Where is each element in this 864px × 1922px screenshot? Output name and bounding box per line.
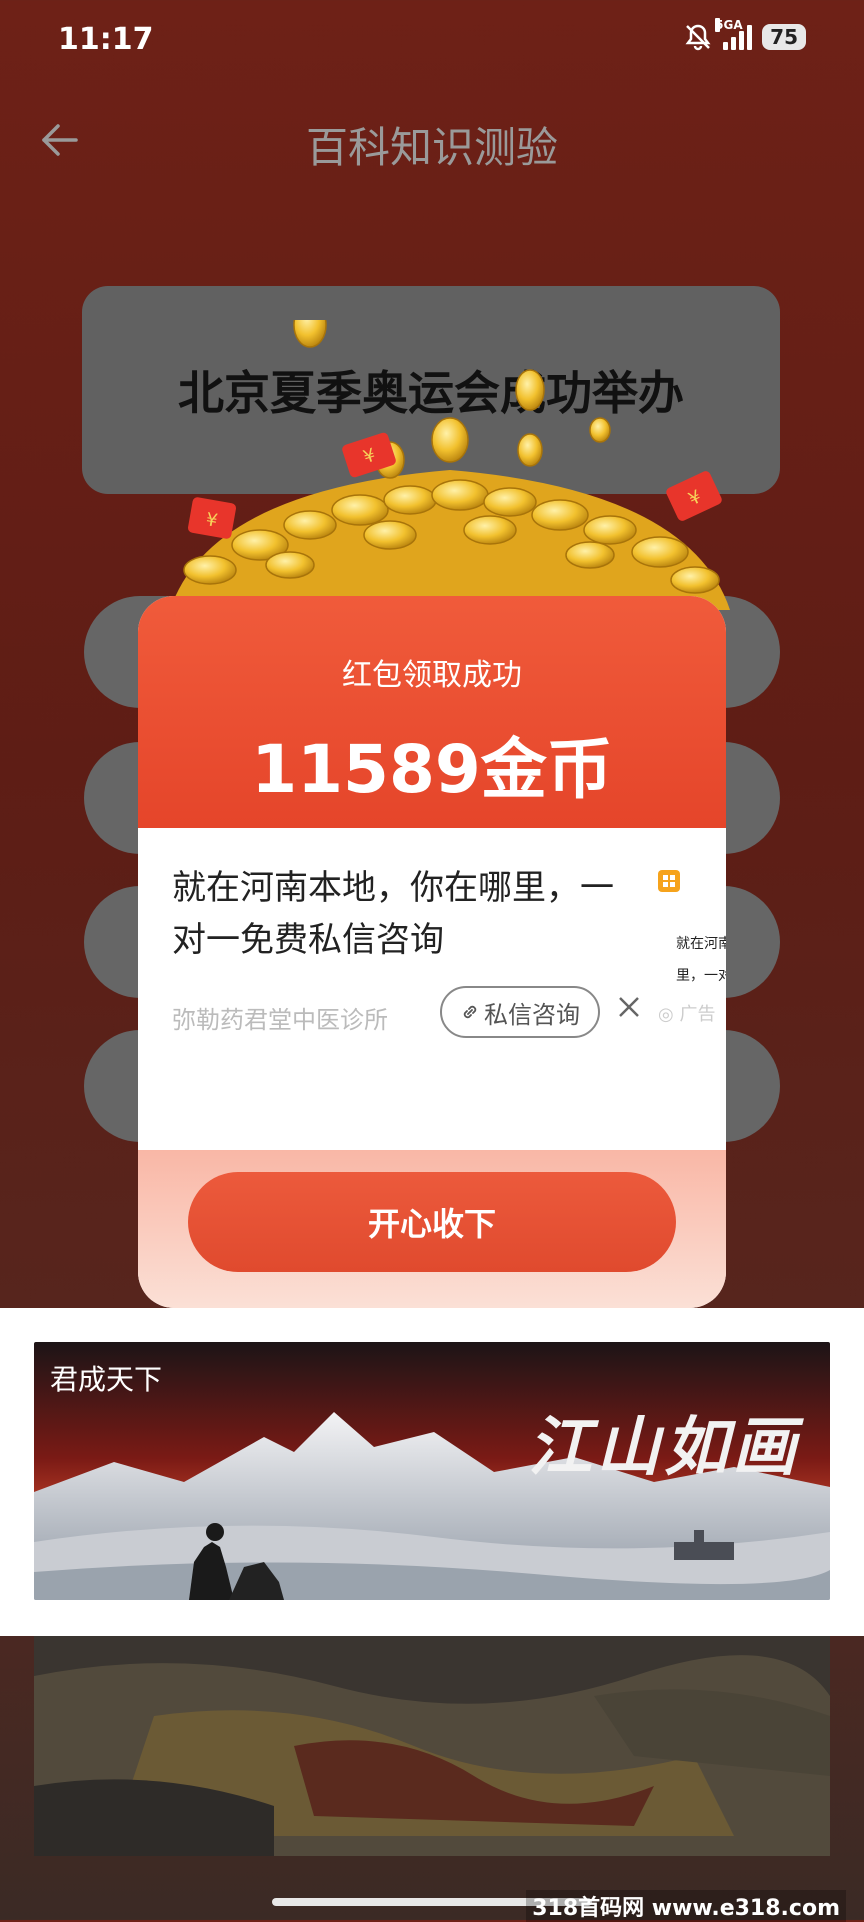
network-label: 5GA [715,18,743,32]
ad-logo-icon [658,870,680,892]
ad-side-text-line: 里，一对 [676,968,726,984]
modal-footer: 开心收下 [138,1150,726,1308]
modal-header: 红包领取成功 11589金币 [138,596,726,828]
bell-muted-icon [685,24,711,51]
private-message-button[interactable]: 私信咨询 [440,986,600,1038]
ad-side-text-line: 就在河南 [676,936,726,952]
accept-button[interactable]: 开心收下 [188,1172,676,1272]
ad-mark-label: 广告 [679,1004,716,1025]
banner-ad-area: 君成天下 江山如画 [0,1308,864,1636]
reward-modal: 红包领取成功 11589金币 就在河南本地，你在哪里，一对一免费私信咨询 就在河… [138,596,726,1308]
coin-pile-decoration: ¥ ¥ ¥ [170,320,730,610]
modal-title: 红包领取成功 [342,658,522,693]
ad-mark: ◎ 广告 [658,1000,715,1026]
status-icons: 5GA 75 [683,18,806,52]
banner-slogan: 江山如画 [528,1410,800,1485]
status-time: 11:17 [58,22,154,57]
site-watermark: 318首码网 www.e318.com [526,1890,846,1922]
ad-card[interactable]: 就在河南本地，你在哪里，一对一免费私信咨询 就在河南 里，一对 弥勒药君堂中医诊… [138,828,726,1150]
private-message-label: 私信咨询 [484,1000,580,1029]
map-illustration [34,1636,830,1856]
status-bar: 11:17 5GA 75 [0,0,864,80]
battery-indicator: 75 [762,24,806,50]
link-icon [463,1005,477,1019]
ad-advertiser-name: 弥勒药君堂中医诊所 [172,1006,388,1034]
close-icon[interactable] [614,992,644,1022]
page-title: 百科知识测验 [305,123,558,172]
map-ad-image[interactable] [34,1636,830,1856]
signal-icon: 5GA [715,18,753,50]
ad-side-text: 就在河南 里，一对 [676,928,726,992]
ad-mark-icon: ◎ [658,1004,674,1025]
app-header: 百科知识测验 [0,100,864,180]
reward-amount: 11589金币 [251,731,613,808]
banner-label: 君成天下 [50,1363,163,1396]
ad-text[interactable]: 就在河南本地，你在哪里，一对一免费私信咨询 [172,862,632,966]
game-banner-ad[interactable]: 君成天下 江山如画 [34,1342,830,1600]
